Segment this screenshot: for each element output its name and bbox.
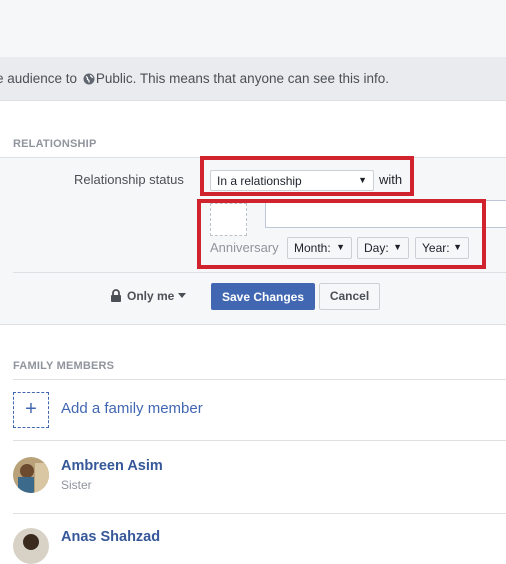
month-select-label: Month: (294, 241, 331, 255)
dropdown-arrow-icon: ▼ (393, 242, 402, 252)
relationship-status-value: In a relationship (217, 174, 302, 188)
row-divider (13, 513, 506, 514)
lock-icon (111, 289, 121, 302)
relationship-status-label: Relationship status (74, 172, 184, 187)
dropdown-arrow-icon: ▼ (358, 175, 367, 185)
member-photo (13, 528, 49, 564)
day-select-label: Day: (364, 241, 389, 255)
member-photo (13, 457, 49, 493)
avatar[interactable] (13, 528, 49, 564)
partner-name-input[interactable] (265, 200, 506, 228)
add-family-member-link[interactable]: Add a family member (61, 400, 203, 417)
year-select-label: Year: (422, 241, 450, 255)
add-family-plus-icon[interactable]: + (13, 392, 49, 428)
family-member-relation: Sister (61, 478, 92, 492)
notice-text-after: . This means that anyone can see this in… (132, 71, 390, 86)
cancel-button[interactable]: Cancel (319, 283, 380, 310)
privacy-selector[interactable]: Only me (110, 289, 187, 303)
relationship-status-select[interactable]: In a relationship ▼ (210, 170, 374, 191)
family-members-heading: FAMILY MEMBERS (13, 360, 115, 372)
avatar[interactable] (13, 457, 49, 493)
relationship-heading: RELATIONSHIP (13, 138, 97, 150)
month-select[interactable]: Month: ▼ (287, 237, 352, 259)
with-label: with (379, 172, 403, 187)
anniversary-label: Anniversary (210, 240, 279, 255)
notice-audience: Public (95, 71, 133, 86)
save-changes-button[interactable]: Save Changes (211, 283, 315, 310)
family-divider (13, 379, 506, 380)
audience-notice: e audience to Public. This means that an… (0, 57, 506, 101)
year-select[interactable]: Year: ▼ (415, 237, 469, 259)
family-member-name[interactable]: Ambreen Asim (61, 458, 163, 474)
partner-photo-placeholder (210, 203, 247, 236)
row-divider (13, 440, 506, 441)
dropdown-arrow-icon: ▼ (336, 242, 345, 252)
notice-text-before: e audience to (0, 71, 78, 86)
globe-icon (83, 73, 95, 85)
dropdown-arrow-icon: ▼ (453, 242, 462, 252)
privacy-label: Only me (127, 289, 175, 303)
family-member-name[interactable]: Anas Shahzad (61, 529, 160, 545)
top-band (0, 0, 506, 58)
day-select[interactable]: Day: ▼ (357, 237, 409, 259)
caret-down-icon (178, 293, 187, 298)
panel-divider (13, 272, 506, 273)
